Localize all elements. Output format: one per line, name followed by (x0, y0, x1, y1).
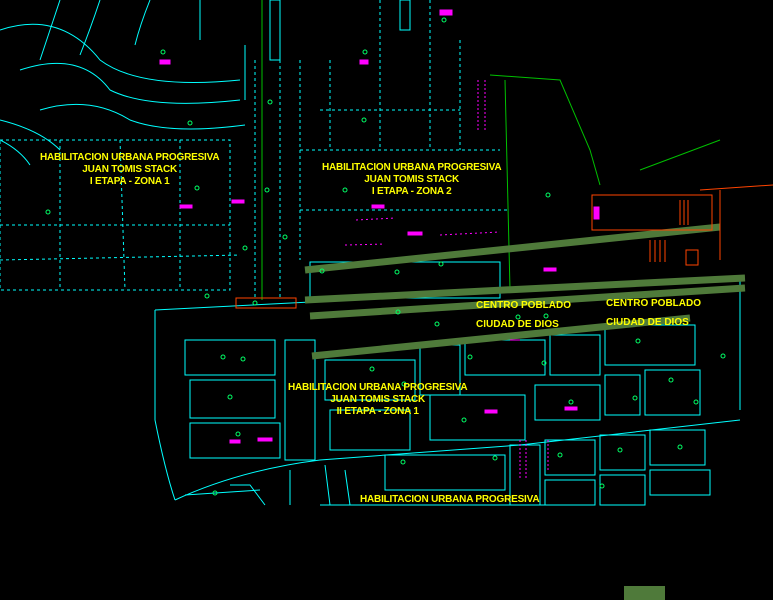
zone-stage: II ETAPA - ZONA 1 (336, 406, 419, 417)
zone-owner: JUAN TOMIS STACK (330, 394, 426, 405)
circle-marker-icon (467, 354, 473, 360)
zone-title: HABILITACION URBANA PROGRESIVA (360, 494, 540, 505)
circle-marker-icon (187, 120, 193, 126)
circle-marker-icon (557, 452, 563, 458)
circle-marker-icon (632, 395, 638, 401)
cp-title: CENTRO POBLADO (606, 298, 701, 309)
circle-marker-icon (394, 269, 400, 275)
centro-poblado-label-west: CENTRO POBLADO CIUDAD DE DIOS (476, 300, 571, 330)
circle-marker-icon (668, 377, 674, 383)
circle-marker-icon (45, 209, 51, 215)
circle-marker-icon (227, 394, 233, 400)
circle-marker-icon (545, 192, 551, 198)
circle-marker-icon (400, 459, 406, 465)
circle-marker-icon (267, 99, 273, 105)
zone-title: HABILITACION URBANA PROGRESIVA (288, 382, 468, 393)
layout-tab-swatch[interactable] (624, 586, 665, 600)
zone-title: HABILITACION URBANA PROGRESIVA (40, 152, 220, 163)
circle-marker-icon (242, 245, 248, 251)
circle-marker-icon (220, 354, 226, 360)
centro-poblado-label-east: CENTRO POBLADO CIUDAD DE DIOS (606, 298, 701, 328)
zone-owner: JUAN TOMIS STACK (364, 174, 460, 185)
circle-marker-icon (635, 338, 641, 344)
zone-stage: I ETAPA - ZONA 2 (371, 186, 452, 197)
circle-marker-icon (369, 366, 375, 372)
zone-owner: JUAN TOMIS STACK (82, 164, 178, 175)
zone-label-i-etapa-zona-1: HABILITACION URBANA PROGRESIVA JUAN TOMI… (40, 152, 220, 188)
circle-marker-icon (568, 399, 574, 405)
circle-marker-icon (240, 356, 246, 362)
circle-marker-icon (677, 444, 683, 450)
cp-name: CIUDAD DE DIOS (606, 317, 689, 328)
cp-title: CENTRO POBLADO (476, 300, 571, 311)
circle-marker-icon (461, 417, 467, 423)
circle-marker-icon (362, 49, 368, 55)
circle-marker-icon (361, 117, 367, 123)
circle-marker-icon (204, 293, 210, 299)
circle-marker-icon (693, 399, 699, 405)
circle-marker-icon (160, 49, 166, 55)
circle-marker-icon (441, 17, 447, 23)
zone-title: HABILITACION URBANA PROGRESIVA (322, 162, 502, 173)
zone-label-i-etapa-zona-2: HABILITACION URBANA PROGRESIVA JUAN TOMI… (322, 162, 502, 198)
circle-marker-icon (617, 447, 623, 453)
main-road (304, 223, 746, 360)
circle-marker-icon (492, 455, 498, 461)
circle-marker-icon (264, 187, 270, 193)
cp-name: CIUDAD DE DIOS (476, 319, 559, 330)
circle-marker-icon (235, 431, 241, 437)
zone-label-south: HABILITACION URBANA PROGRESIVA (360, 494, 540, 506)
circle-marker-icon (434, 321, 440, 327)
circle-marker-icon (282, 234, 288, 240)
zone-stage: I ETAPA - ZONA 1 (89, 176, 170, 187)
circle-marker-icon (438, 261, 444, 267)
circle-marker-icon (720, 353, 726, 359)
zone-label-ii-etapa-zona-1: HABILITACION URBANA PROGRESIVA JUAN TOMI… (288, 382, 468, 418)
parcel-markers (45, 17, 726, 496)
circle-marker-icon (599, 483, 605, 489)
